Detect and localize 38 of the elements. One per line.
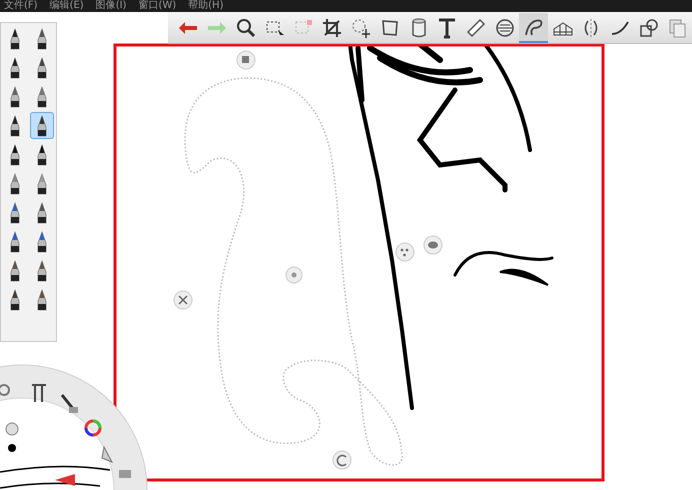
menu-item[interactable]: 编辑(E) [50, 0, 84, 12]
menu-item[interactable]: 图像(I) [96, 0, 126, 12]
lasso-move-icon [350, 16, 372, 38]
brush-icon [9, 56, 21, 78]
brush-icon [36, 144, 48, 166]
brush-icon [9, 28, 21, 50]
brush-icon [9, 114, 21, 136]
rotate-icon[interactable] [332, 450, 352, 470]
brush-icon [9, 288, 21, 310]
brush-button[interactable] [30, 112, 54, 139]
close-icon[interactable] [174, 290, 192, 310]
brush-icon [9, 230, 21, 252]
move-handle-icon[interactable] [286, 266, 302, 284]
square-handle-icon[interactable] [236, 50, 256, 70]
brush-icon [36, 288, 48, 310]
brush-icon [36, 260, 48, 282]
brush-icon [36, 56, 48, 78]
palette-icon[interactable] [424, 236, 442, 254]
brush-icon [36, 114, 48, 136]
dots-icon[interactable] [396, 242, 414, 262]
brush-icon [36, 86, 48, 108]
brush-icon [9, 260, 21, 282]
brush-icon [9, 86, 21, 108]
crop-icon [321, 16, 344, 38]
lagoon-drawing[interactable] [0, 364, 148, 490]
shapes-icon [638, 16, 660, 38]
brush-icon [36, 172, 48, 194]
brush-icon [36, 28, 48, 50]
ruler-icon [465, 16, 488, 38]
menu-item[interactable]: 帮助(H) [188, 0, 224, 12]
brush-icon [9, 202, 21, 224]
search-icon [234, 16, 257, 38]
brush-icon [9, 172, 21, 194]
brush-icon [36, 230, 48, 252]
tool-button[interactable] [519, 12, 548, 42]
brush-icon [36, 202, 48, 224]
ellipse-guide-icon [494, 16, 516, 38]
brush-icon [9, 144, 21, 166]
